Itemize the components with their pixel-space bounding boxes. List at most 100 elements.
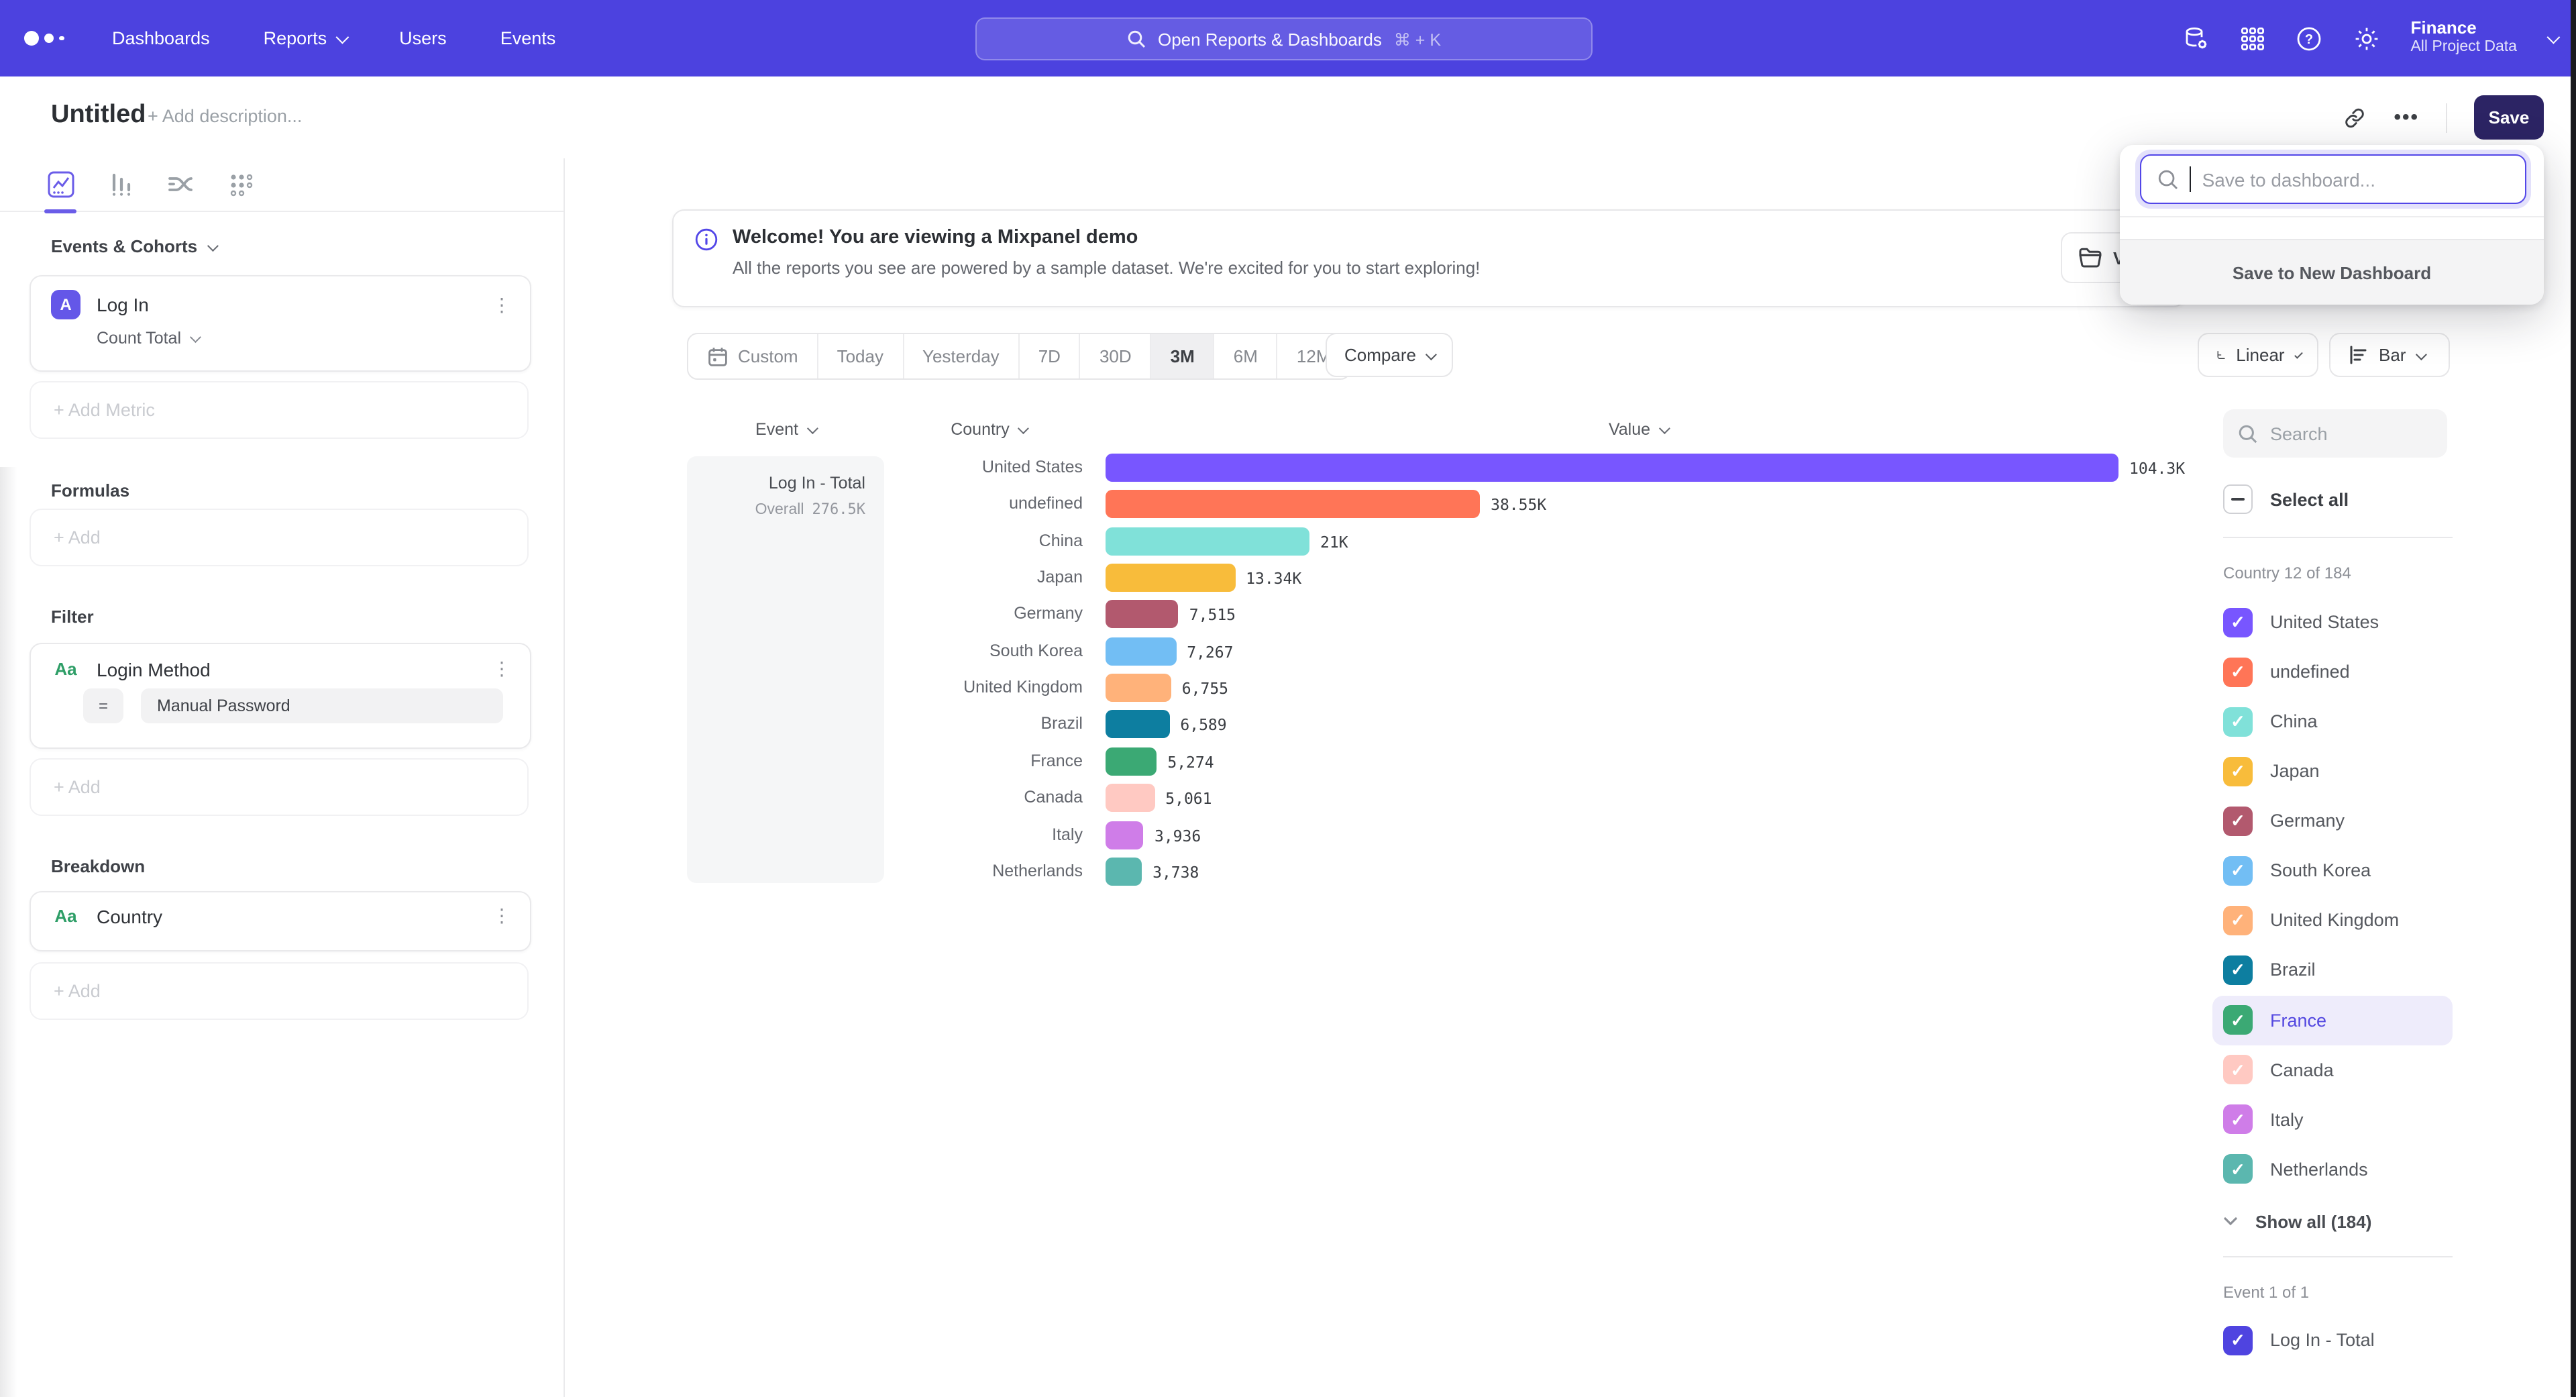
save-dashboard-search-input[interactable]: Save to dashboard... bbox=[2140, 154, 2526, 204]
chart-type-selector[interactable]: Bar bbox=[2329, 333, 2450, 377]
metric-card-log-in[interactable]: A Log In ⋮ Count Total bbox=[30, 275, 531, 372]
nav-events[interactable]: Events bbox=[500, 28, 556, 48]
report-title[interactable]: Untitled bbox=[51, 101, 146, 130]
country-checkbox[interactable]: ✓ bbox=[2223, 657, 2253, 686]
event-list-item[interactable]: ✓ Log In - Total bbox=[2212, 1315, 2453, 1365]
range-7d[interactable]: 7D bbox=[1020, 334, 1081, 378]
copy-link-icon[interactable] bbox=[2343, 105, 2367, 130]
breakdown-property-name[interactable]: Country bbox=[97, 905, 474, 927]
country-list-item-united-states[interactable]: ✓United States bbox=[2212, 597, 2453, 647]
save-to-new-dashboard-button[interactable]: Save to New Dashboard bbox=[2120, 239, 2544, 305]
add-metric-button[interactable]: + Add Metric bbox=[30, 381, 529, 439]
bar-netherlands[interactable] bbox=[1106, 858, 1142, 886]
scale-selector[interactable]: Linear bbox=[2198, 333, 2318, 377]
more-actions-button[interactable]: ••• bbox=[2394, 106, 2419, 129]
country-checkbox[interactable]: ✓ bbox=[2223, 1155, 2253, 1184]
bar-china[interactable] bbox=[1106, 527, 1309, 555]
range-custom[interactable]: Custom bbox=[688, 334, 818, 378]
select-all-checkbox[interactable] bbox=[2223, 484, 2253, 514]
tab-insights-chart[interactable] bbox=[44, 170, 76, 199]
column-header-country[interactable]: Country bbox=[895, 420, 1083, 439]
country-list-item-germany[interactable]: ✓Germany bbox=[2212, 796, 2453, 846]
add-description-field[interactable]: + Add description... bbox=[148, 106, 302, 126]
breakdown-search-input[interactable]: Search bbox=[2223, 409, 2447, 458]
range-yesterday[interactable]: Yesterday bbox=[904, 334, 1020, 378]
range-6m[interactable]: 6M bbox=[1215, 334, 1278, 378]
country-list-item-undefined[interactable]: ✓undefined bbox=[2212, 647, 2453, 696]
compare-button[interactable]: Compare bbox=[1326, 333, 1454, 377]
add-breakdown-button[interactable]: + Add bbox=[30, 962, 529, 1020]
settings-gear-icon[interactable] bbox=[2353, 25, 2379, 52]
country-list-item-japan[interactable]: ✓Japan bbox=[2212, 746, 2453, 796]
select-all-row[interactable]: Select all bbox=[2223, 484, 2349, 514]
country-checkbox[interactable]: ✓ bbox=[2223, 906, 2253, 935]
mixpanel-logo-icon[interactable] bbox=[24, 31, 64, 46]
country-checkbox[interactable]: ✓ bbox=[2223, 807, 2253, 836]
country-checkbox[interactable]: ✓ bbox=[2223, 756, 2253, 786]
add-formula-button[interactable]: + Add bbox=[30, 509, 529, 566]
filter-kebab-menu-icon[interactable]: ⋮ bbox=[490, 658, 514, 680]
country-checkbox[interactable]: ✓ bbox=[2223, 1104, 2253, 1134]
filter-value-chip[interactable]: Manual Password bbox=[141, 688, 503, 723]
event-checkbox[interactable]: ✓ bbox=[2223, 1325, 2253, 1355]
filter-operator-chip[interactable]: = bbox=[83, 688, 123, 723]
project-switcher[interactable]: Finance All Project Data bbox=[2410, 19, 2517, 57]
add-filter-button[interactable]: + Add bbox=[30, 758, 529, 816]
tab-retention-chart[interactable] bbox=[225, 171, 258, 198]
tab-flows-chart[interactable] bbox=[165, 170, 197, 199]
country-list-item-canada[interactable]: ✓Canada bbox=[2212, 1045, 2453, 1094]
country-list-item-italy[interactable]: ✓Italy bbox=[2212, 1094, 2453, 1144]
aggregation-selector[interactable]: Count Total bbox=[31, 319, 530, 364]
bar-brazil[interactable] bbox=[1106, 711, 1169, 739]
bar-japan[interactable] bbox=[1106, 564, 1235, 592]
bar-category-label: United Kingdom bbox=[895, 678, 1083, 696]
country-list-item-france[interactable]: ✓France bbox=[2212, 995, 2453, 1045]
country-checkbox[interactable]: ✓ bbox=[2223, 1055, 2253, 1084]
bar-united-kingdom[interactable] bbox=[1106, 674, 1171, 702]
country-checkbox[interactable]: ✓ bbox=[2223, 1005, 2253, 1035]
country-checkbox[interactable]: ✓ bbox=[2223, 856, 2253, 886]
apps-grid-icon[interactable] bbox=[2240, 26, 2264, 50]
country-checkbox[interactable]: ✓ bbox=[2223, 607, 2253, 637]
save-button[interactable]: Save bbox=[2474, 95, 2544, 140]
metric-kebab-menu-icon[interactable]: ⋮ bbox=[490, 293, 514, 316]
bar-value-label: 38.55K bbox=[1491, 496, 1546, 515]
data-management-icon[interactable] bbox=[2182, 25, 2209, 52]
country-checkbox[interactable]: ✓ bbox=[2223, 707, 2253, 736]
range-today[interactable]: Today bbox=[818, 334, 904, 378]
tab-bar-chart[interactable] bbox=[105, 170, 137, 199]
filter-card-login-method[interactable]: Aa Login Method ⋮ = Manual Password bbox=[30, 643, 531, 749]
breakdown-kebab-menu-icon[interactable]: ⋮ bbox=[490, 904, 514, 927]
bar-undefined[interactable] bbox=[1106, 490, 1480, 519]
nav-dashboards[interactable]: Dashboards bbox=[112, 28, 210, 48]
breakdown-card-country[interactable]: Aa Country ⋮ bbox=[30, 891, 531, 951]
bar-italy[interactable] bbox=[1106, 821, 1144, 849]
chevron-down-icon bbox=[2223, 1216, 2238, 1227]
country-list-item-south-korea[interactable]: ✓South Korea bbox=[2212, 846, 2453, 896]
country-list-item-brazil[interactable]: ✓Brazil bbox=[2212, 945, 2453, 995]
bar-france[interactable] bbox=[1106, 747, 1157, 776]
nav-reports[interactable]: Reports bbox=[264, 28, 346, 48]
global-search-bar[interactable]: Open Reports & Dashboards ⌘ + K bbox=[975, 17, 1593, 60]
show-all-button[interactable]: Show all (184) bbox=[2223, 1206, 2371, 1236]
bar-united-states[interactable] bbox=[1106, 454, 2118, 482]
project-chevron-icon[interactable] bbox=[2547, 31, 2561, 44]
country-list-item-united-kingdom[interactable]: ✓United Kingdom bbox=[2212, 896, 2453, 945]
column-header-value[interactable]: Value bbox=[1106, 420, 2171, 439]
calendar-icon bbox=[707, 346, 729, 367]
help-icon[interactable]: ? bbox=[2295, 25, 2322, 52]
country-list-item-netherlands[interactable]: ✓Netherlands bbox=[2212, 1145, 2453, 1194]
bar-germany[interactable] bbox=[1106, 601, 1179, 629]
range-3m[interactable]: 3M bbox=[1152, 334, 1215, 378]
events-cohorts-section-label[interactable]: Events & Cohorts bbox=[51, 236, 216, 256]
chart-row-germany: Germany7,515 bbox=[565, 597, 2215, 633]
column-header-event[interactable]: Event bbox=[687, 420, 884, 439]
range-30d[interactable]: 30D bbox=[1081, 334, 1152, 378]
filter-property-name[interactable]: Login Method bbox=[97, 658, 474, 680]
bar-canada[interactable] bbox=[1106, 784, 1155, 812]
nav-users[interactable]: Users bbox=[399, 28, 447, 48]
country-checkbox[interactable]: ✓ bbox=[2223, 955, 2253, 985]
country-list-item-china[interactable]: ✓China bbox=[2212, 696, 2453, 746]
bar-south-korea[interactable] bbox=[1106, 637, 1176, 666]
metric-name[interactable]: Log In bbox=[97, 294, 474, 315]
